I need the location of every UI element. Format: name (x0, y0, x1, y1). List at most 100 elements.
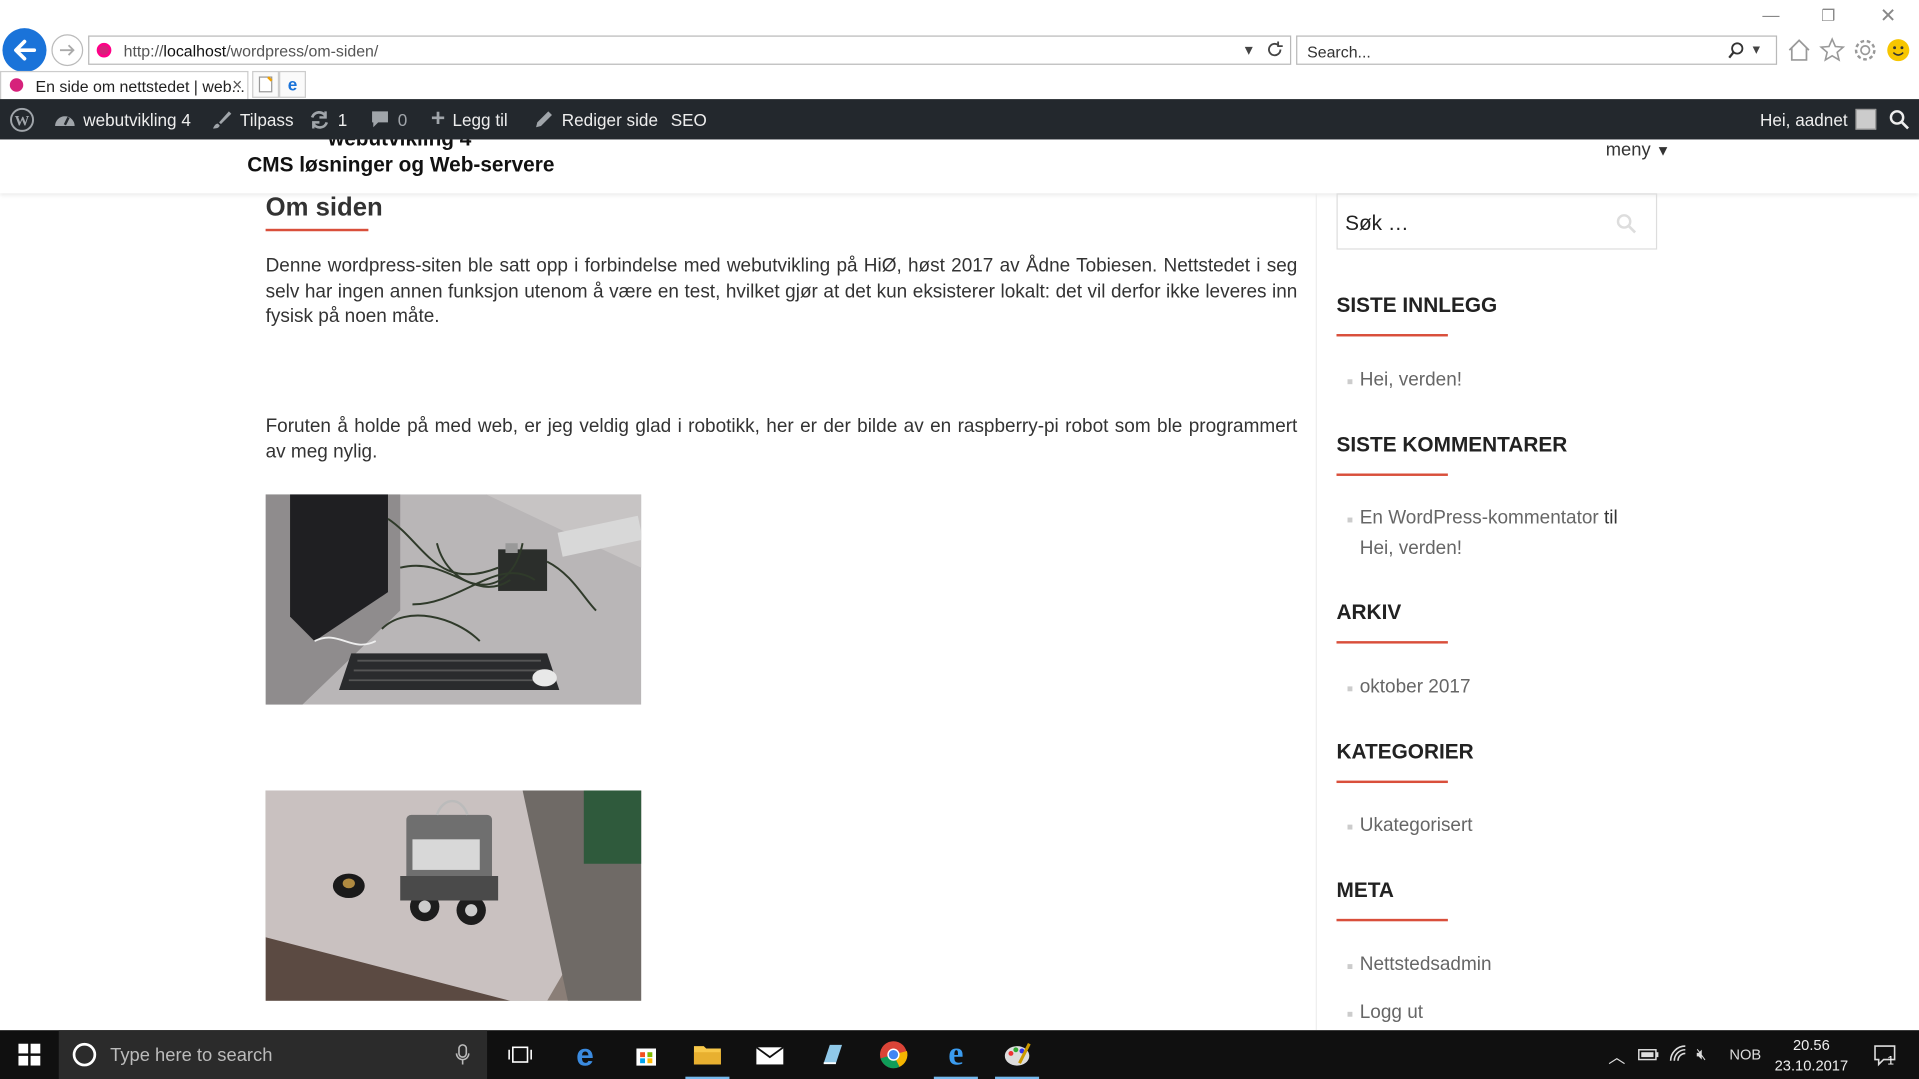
widget-title-categories: KATEGORIER (1336, 740, 1474, 764)
volume-muted-icon[interactable]: 🔇︎ (1696, 1045, 1706, 1065)
site-header: webutvikling 4 CMS løsninger og Web-serv… (0, 139, 1919, 194)
browser-chrome: http://localhost/wordpress/om-siden/ ▾ S… (0, 0, 1919, 100)
tab-favicon (9, 78, 24, 92)
mail-icon (755, 1046, 784, 1065)
updates-count: 1 (337, 109, 348, 130)
back-button[interactable] (2, 28, 47, 73)
tab-close-icon[interactable]: × (232, 75, 242, 95)
menu-toggle[interactable]: meny ▼ (1606, 139, 1671, 160)
caret-down-icon: ▼ (1655, 141, 1671, 160)
widget-title-recent-posts: SISTE INNLEGG (1336, 293, 1498, 317)
taskbar-search-placeholder: Type here to search (110, 1044, 273, 1066)
arrow-right-icon (59, 44, 75, 56)
ie-logo-icon: e (287, 74, 298, 95)
battery-icon[interactable] (1638, 1046, 1660, 1063)
comments-count: 0 (397, 109, 408, 130)
site-tagline: CMS løsninger og Web-servere (247, 152, 555, 177)
list-bullet (1347, 824, 1353, 830)
address-bar[interactable]: http://localhost/wordpress/om-siden/ ▾ (88, 35, 1292, 65)
list-bullet (1347, 517, 1353, 523)
search-dropdown-icon[interactable]: ▾ (1753, 40, 1760, 57)
taskbar-mail[interactable] (743, 1030, 797, 1079)
tab-strip: En side om nettstedet | web... × e (0, 70, 1919, 100)
favorites-star-icon[interactable] (1819, 37, 1846, 64)
sidebar: Søk … SISTE INNLEGG Hei, verden! SISTE K… (1315, 193, 1919, 1031)
list-bullet (1347, 1011, 1353, 1017)
taskbar-clock[interactable]: 20.56 23.10.2017 (1762, 1035, 1860, 1077)
comment-author-link[interactable]: En WordPress-kommentator (1360, 508, 1599, 529)
search-icon[interactable] (1616, 213, 1637, 234)
widget-underline (1336, 780, 1448, 784)
browser-search-placeholder: Search... (1307, 42, 1371, 62)
chevron-up-icon[interactable]: ︿ (1608, 1045, 1625, 1069)
settings-gear-icon[interactable] (1852, 37, 1879, 64)
refresh-icon[interactable] (1266, 40, 1284, 58)
url-host: localhost (163, 41, 227, 60)
photo-robot-desk[interactable] (265, 494, 642, 705)
forward-button[interactable] (51, 34, 84, 67)
admin-greeting: Hei, aadnet (1759, 109, 1848, 130)
recent-post-link[interactable]: Hei, verden! (1360, 365, 1462, 396)
restore-icon[interactable]: ❐ (1821, 6, 1835, 26)
page-title: Om siden (265, 193, 383, 222)
taskbar-chrome[interactable] (867, 1030, 921, 1079)
windows-taskbar: Type here to search e e ︿ 🔇︎ NOB 20.56 2… (0, 1030, 1919, 1079)
start-button[interactable] (0, 1030, 59, 1079)
taskbar-search-input[interactable]: Type here to search (58, 1030, 488, 1079)
minimize-icon[interactable]: — (1762, 5, 1779, 25)
admin-edit-page[interactable]: Rediger side (534, 99, 658, 139)
taskbar-file-explorer[interactable] (680, 1030, 734, 1079)
task-view-button[interactable] (496, 1030, 545, 1079)
smiley-feedback-icon[interactable] (1885, 37, 1912, 64)
language-indicator[interactable]: NOB (1729, 1046, 1761, 1063)
taskbar-paint[interactable] (990, 1030, 1044, 1079)
cortana-circle-icon (72, 1042, 97, 1067)
category-link[interactable]: Ukategorisert (1360, 810, 1473, 841)
archive-link[interactable]: oktober 2017 (1360, 672, 1471, 703)
sidebar-search-input[interactable]: Søk … (1336, 193, 1658, 250)
admin-add-new-label: Legg til (452, 109, 508, 130)
admin-add-new[interactable]: + Legg til (431, 99, 508, 139)
taskbar-internet-explorer[interactable]: e (929, 1030, 983, 1079)
wifi-icon[interactable] (1668, 1044, 1688, 1064)
comment-post-link[interactable]: Hei, verden! (1360, 538, 1462, 559)
admin-customize[interactable]: Tilpass (211, 99, 294, 139)
meta-logout-link[interactable]: Logg ut (1360, 997, 1423, 1028)
widget-title-archive: ARKIV (1336, 600, 1402, 624)
search-icon (1889, 110, 1910, 130)
site-title[interactable]: webutvikling 4 (328, 139, 471, 151)
admin-comments[interactable]: 0 (370, 99, 408, 139)
taskbar-edge[interactable]: e (558, 1030, 612, 1079)
widget-title-recent-comments: SISTE KOMMENTARER (1336, 433, 1568, 457)
admin-updates[interactable]: 1 (308, 99, 347, 139)
admin-site-name[interactable]: webutvikling 4 (54, 99, 191, 139)
wp-logo-menu[interactable]: W (10, 99, 35, 139)
action-center-button[interactable]: 1 (1860, 1030, 1909, 1079)
home-icon[interactable] (1786, 37, 1813, 64)
dropdown-icon[interactable]: ▾ (1245, 40, 1253, 60)
page-paragraph-1: Denne wordpress-siten ble satt opp i for… (265, 255, 1298, 327)
store-icon (636, 1048, 657, 1066)
arrow-left-icon (14, 39, 37, 61)
microphone-icon[interactable] (455, 1044, 470, 1066)
admin-search[interactable] (1888, 99, 1910, 139)
new-tab-button[interactable] (252, 70, 280, 98)
internet-explorer-icon: e (948, 1035, 964, 1074)
photo-robot-table[interactable] (265, 790, 642, 1001)
widget-underline (1336, 334, 1448, 337)
admin-edit-page-label: Rediger side (561, 109, 658, 130)
meta-admin-link[interactable]: Nettstedsadmin (1360, 949, 1492, 980)
brush-icon (212, 110, 232, 128)
taskbar-store[interactable] (619, 1030, 673, 1079)
admin-seo[interactable]: SEO (671, 99, 707, 139)
admin-customize-label: Tilpass (239, 109, 294, 130)
close-window-icon[interactable]: ✕ (1880, 4, 1896, 28)
tab-active[interactable]: En side om nettstedet | web... × (0, 70, 249, 100)
admin-account[interactable]: Hei, aadnet (1760, 99, 1876, 139)
browser-search-input[interactable]: Search... ▾ (1296, 35, 1778, 65)
comment-bubble-icon (372, 111, 388, 128)
photo-robot-desk-image (265, 494, 642, 705)
taskbar-app[interactable] (805, 1030, 859, 1079)
search-icon[interactable] (1727, 42, 1745, 60)
ie-tab-button[interactable]: e (279, 70, 306, 98)
